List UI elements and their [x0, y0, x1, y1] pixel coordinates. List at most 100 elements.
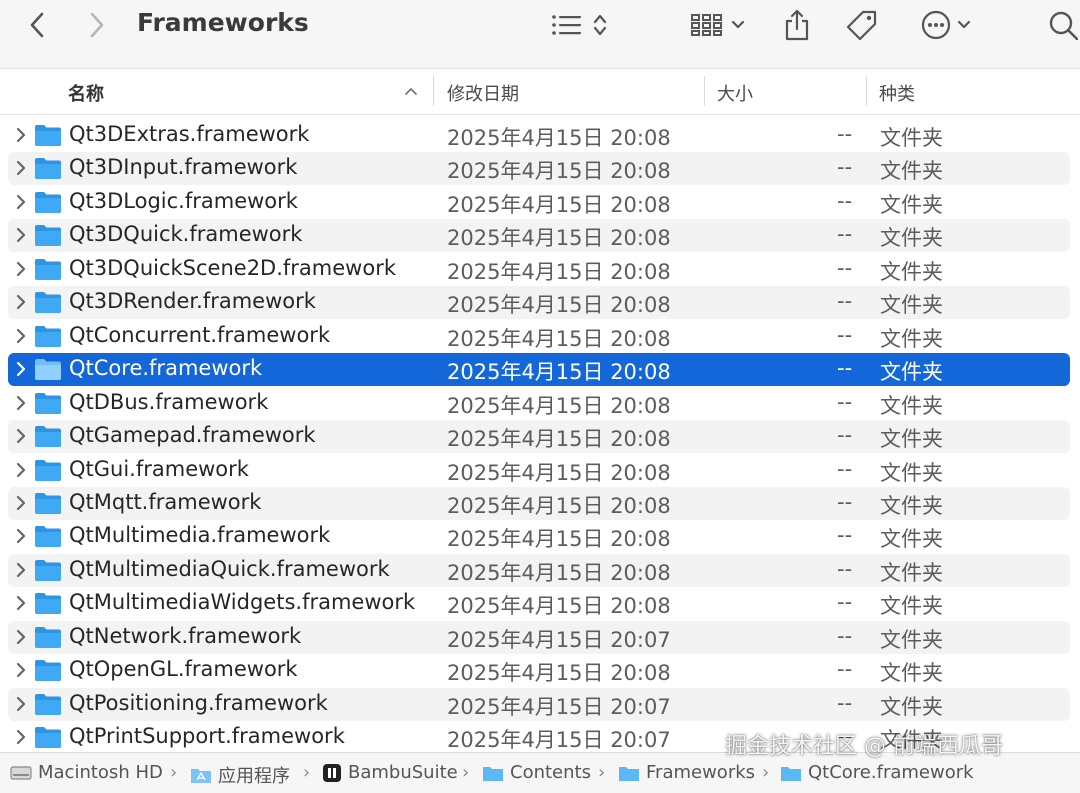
- file-kind: 文件夹: [880, 192, 943, 217]
- table-row[interactable]: QtPositioning.framework 2025年4月15日 20:07 -…: [8, 687, 1070, 721]
- file-kind: 文件夹: [880, 259, 943, 284]
- table-row[interactable]: QtDBus.framework 2025年4月15日 20:08 -- 文件夹: [8, 387, 1070, 420]
- file-size: --: [837, 356, 853, 381]
- path-item-macintosh-hd[interactable]: Macintosh HD: [10, 762, 163, 783]
- disclosure-triangle-icon[interactable]: [14, 527, 28, 545]
- file-size: --: [837, 690, 853, 715]
- modified-date: 2025年4月15日 20:08: [447, 594, 671, 619]
- disclosure-triangle-icon[interactable]: [14, 594, 28, 612]
- chevron-left-icon: [30, 12, 44, 38]
- path-item-bambusuite[interactable]: BambuSuite: [322, 762, 458, 783]
- column-kind-header[interactable]: 种类: [879, 80, 915, 106]
- path-item-label: BambuSuite: [348, 762, 458, 783]
- disclosure-triangle-icon[interactable]: [14, 728, 28, 746]
- disclosure-triangle-icon[interactable]: [14, 193, 28, 211]
- table-row[interactable]: QtGui.framework 2025年4月15日 20:08 -- 文件夹: [8, 454, 1070, 487]
- view-options-button[interactable]: [546, 0, 612, 50]
- file-size: --: [837, 556, 853, 581]
- file-name: QtGamepad.framework: [69, 423, 316, 448]
- modified-date: 2025年4月15日 20:08: [447, 159, 671, 184]
- column-header: 名称 修改日期 大小 种类: [0, 70, 1080, 115]
- file-list[interactable]: Qt3DExtras.framework 2025年4月15日 20:08 -- 文件…: [0, 118, 1080, 750]
- table-row[interactable]: QtOpenGL.framework 2025年4月15日 20:08 -- 文件夹: [8, 654, 1070, 687]
- path-item-frameworks[interactable]: Frameworks: [618, 762, 755, 783]
- disclosure-triangle-icon[interactable]: [14, 394, 28, 412]
- modified-date: 2025年4月15日 20:08: [447, 493, 671, 518]
- folder-icon: [781, 766, 801, 781]
- file-kind: 文件夹: [880, 393, 943, 418]
- chevron-down-icon: [731, 20, 745, 29]
- file-size: --: [837, 122, 853, 146]
- path-separator: ›: [170, 762, 178, 783]
- table-row[interactable]: Qt3DRender.framework 2025年4月15日 20:08 -- 文件…: [8, 286, 1070, 320]
- path-item-qtcore[interactable]: QtCore.framework: [780, 762, 974, 783]
- table-row[interactable]: Qt3DQuickScene2D.framework 2025年4月15日 20:…: [8, 253, 1070, 286]
- table-row[interactable]: QtGamepad.framework 2025年4月15日 20:08 -- 文件夹: [8, 420, 1070, 454]
- table-row[interactable]: QtMultimedia.framework 2025年4月15日 20:08 --…: [8, 520, 1070, 553]
- file-name: Qt3DRender.framework: [69, 289, 316, 314]
- disclosure-triangle-icon[interactable]: [14, 695, 28, 713]
- disclosure-triangle-icon[interactable]: [14, 327, 28, 345]
- file-size: --: [837, 423, 853, 448]
- table-row[interactable]: QtCore.framework 2025年4月15日 20:08 -- 文件夹: [8, 353, 1070, 387]
- column-modified-header[interactable]: 修改日期: [447, 80, 519, 106]
- table-row[interactable]: Qt3DQuick.framework 2025年4月15日 20:08 -- 文件夹: [8, 219, 1070, 253]
- disclosure-triangle-icon[interactable]: [14, 628, 28, 646]
- disclosure-triangle-icon[interactable]: [14, 494, 28, 512]
- disclosure-triangle-icon[interactable]: [14, 260, 28, 278]
- file-name: Qt3DLogic.framework: [69, 188, 298, 213]
- table-row[interactable]: QtNetwork.framework 2025年4月15日 20:07 -- 文件夹: [8, 620, 1070, 654]
- table-row[interactable]: Qt3DLogic.framework 2025年4月15日 20:08 -- 文件夹: [8, 186, 1070, 219]
- disclosure-triangle-icon[interactable]: [14, 226, 28, 244]
- table-row[interactable]: QtConcurrent.framework 2025年4月15日 20:08 --…: [8, 320, 1070, 353]
- sort-ascending-icon: [405, 87, 417, 95]
- file-name: Qt3DQuick.framework: [69, 222, 303, 247]
- file-kind: 文件夹: [880, 326, 943, 351]
- path-separator: ›: [462, 762, 470, 783]
- file-name: QtMultimediaQuick.framework: [69, 556, 390, 581]
- more-actions-button[interactable]: [914, 0, 978, 50]
- file-size: --: [837, 155, 853, 180]
- table-row[interactable]: QtMqtt.framework 2025年4月15日 20:08 -- 文件夹: [8, 486, 1070, 520]
- path-item-applications[interactable]: 应用程序: [190, 762, 290, 788]
- table-row[interactable]: QtMultimediaQuick.framework 2025年4月15日 20…: [8, 553, 1070, 587]
- tag-button[interactable]: [842, 0, 882, 50]
- disclosure-triangle-icon[interactable]: [14, 360, 28, 378]
- folder-icon: [35, 526, 61, 548]
- disclosure-triangle-icon[interactable]: [14, 561, 28, 579]
- column-divider[interactable]: [433, 76, 434, 106]
- disclosure-triangle-icon[interactable]: [14, 126, 28, 144]
- table-row[interactable]: Qt3DInput.framework 2025年4月15日 20:08 -- 文件夹: [8, 152, 1070, 186]
- disclosure-triangle-icon[interactable]: [14, 461, 28, 479]
- group-button[interactable]: [686, 0, 750, 50]
- chevron-right-icon: [90, 12, 104, 38]
- disclosure-triangle-icon[interactable]: [14, 293, 28, 311]
- folder-icon: [35, 325, 61, 347]
- column-size-header[interactable]: 大小: [717, 80, 753, 106]
- file-name: QtOpenGL.framework: [69, 657, 298, 682]
- modified-date: 2025年4月15日 20:08: [447, 126, 671, 150]
- disclosure-triangle-icon[interactable]: [14, 159, 28, 177]
- modified-date: 2025年4月15日 20:08: [447, 293, 671, 318]
- forward-button[interactable]: [80, 0, 114, 50]
- path-item-contents[interactable]: Contents: [482, 762, 591, 783]
- folder-icon: [35, 559, 61, 581]
- file-size: --: [837, 255, 853, 280]
- column-divider[interactable]: [866, 76, 867, 106]
- file-size: --: [837, 222, 853, 247]
- disclosure-triangle-icon[interactable]: [14, 661, 28, 679]
- modified-date: 2025年4月15日 20:08: [447, 460, 671, 485]
- file-kind: 文件夹: [880, 493, 943, 518]
- disclosure-triangle-icon[interactable]: [14, 427, 28, 445]
- table-row[interactable]: Qt3DExtras.framework 2025年4月15日 20:08 -- 文件…: [8, 119, 1070, 152]
- back-button[interactable]: [20, 0, 54, 50]
- tag-icon: [846, 10, 877, 41]
- column-divider[interactable]: [704, 76, 705, 106]
- folder-icon: [35, 125, 61, 146]
- share-button[interactable]: [780, 0, 814, 50]
- search-button[interactable]: [1046, 0, 1080, 50]
- column-name-header[interactable]: 名称: [68, 80, 104, 106]
- table-row[interactable]: QtMultimediaWidgets.framework 2025年4月15日 …: [8, 587, 1070, 620]
- file-kind: 文件夹: [880, 694, 943, 719]
- file-kind: 文件夹: [880, 594, 943, 619]
